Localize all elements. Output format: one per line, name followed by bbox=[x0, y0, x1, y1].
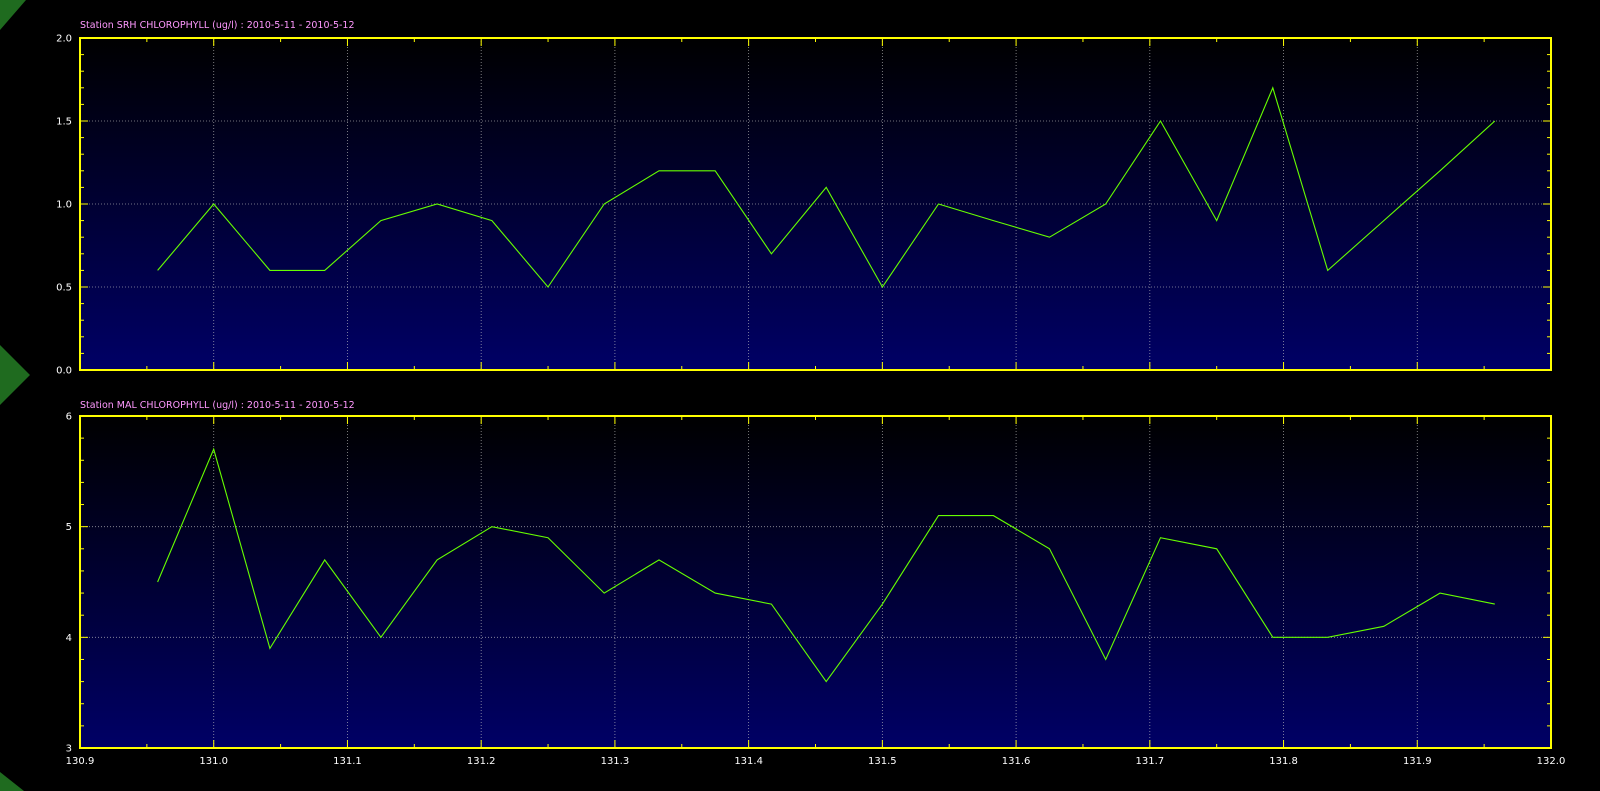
y-tick-label: 3 bbox=[66, 744, 72, 755]
green-triangle-marker-top bbox=[0, 0, 26, 30]
x-tick-label: 132.0 bbox=[1537, 756, 1566, 767]
y-tick-label: 2.0 bbox=[56, 34, 72, 45]
x-tick-label: 131.2 bbox=[467, 756, 496, 767]
chart-panel-mal: Station MAL CHLOROPHYLL (ug/l) : 2010-5-… bbox=[66, 400, 1566, 767]
plot-area-mal: 3 4 5 6 130.9 131.0 131.1 131.2 131.3 131.4 131.5 1… bbox=[66, 412, 1566, 768]
chart-stage: Station SRH CHLOROPHYLL (ug/l) : 2010-5-… bbox=[0, 0, 1566, 791]
x-tick-label: 130.9 bbox=[66, 756, 95, 767]
y-tick-label: 0.0 bbox=[56, 366, 72, 377]
y-tick-label: 5 bbox=[66, 522, 72, 533]
x-tick-label: 131.0 bbox=[199, 756, 228, 767]
x-tick-label: 131.5 bbox=[868, 756, 897, 767]
y-tick-label: 1.5 bbox=[56, 117, 72, 128]
chart-title-srh: Station SRH CHLOROPHYLL (ug/l) : 2010-5-… bbox=[80, 20, 355, 31]
x-tick-label: 131.7 bbox=[1135, 756, 1164, 767]
x-tick-label: 131.6 bbox=[1002, 756, 1031, 767]
y-tick-label: 0.5 bbox=[56, 283, 72, 294]
side-markers bbox=[0, 0, 30, 791]
x-tick-label: 131.8 bbox=[1269, 756, 1298, 767]
y-tick-label: 4 bbox=[66, 633, 72, 644]
green-triangle-marker-middle bbox=[0, 345, 30, 405]
x-tick-label: 131.1 bbox=[333, 756, 362, 767]
plot-area-srh: 0.0 0.5 1.0 1.5 2.0 bbox=[56, 34, 1552, 377]
x-tick-label: 131.9 bbox=[1403, 756, 1432, 767]
plot-background-mal bbox=[80, 416, 1551, 748]
chart-title-mal: Station MAL CHLOROPHYLL (ug/l) : 2010-5-… bbox=[80, 400, 355, 411]
chart-panel-srh: Station SRH CHLOROPHYLL (ug/l) : 2010-5-… bbox=[56, 20, 1552, 377]
x-tick-label: 131.4 bbox=[734, 756, 763, 767]
green-triangle-marker-bottom bbox=[0, 772, 24, 791]
y-tick-label: 1.0 bbox=[56, 200, 72, 211]
y-tick-label: 6 bbox=[66, 412, 72, 423]
x-tick-label: 131.3 bbox=[601, 756, 630, 767]
